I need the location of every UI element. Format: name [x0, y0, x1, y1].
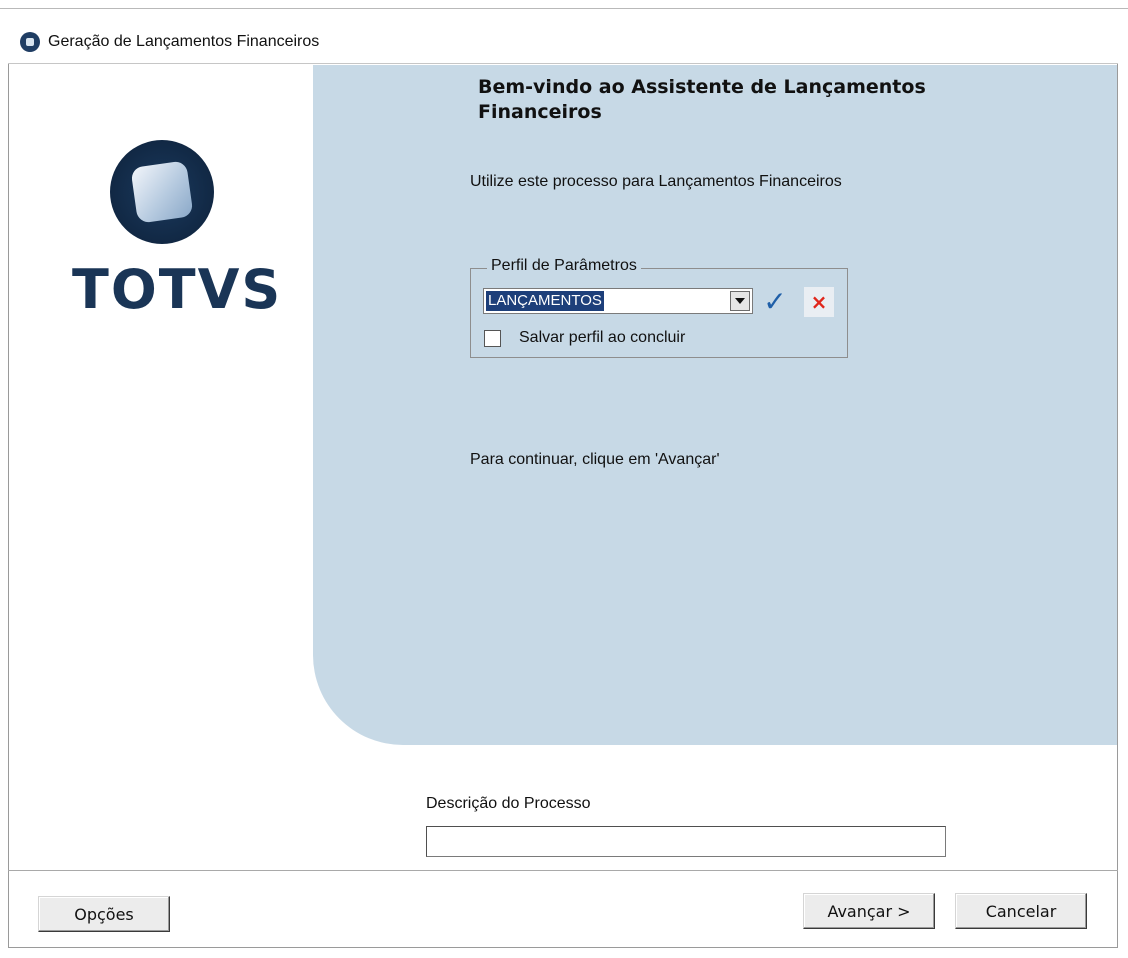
next-button[interactable]: Avançar > — [803, 893, 935, 929]
save-profile-label[interactable]: Salvar perfil ao concluir — [519, 329, 685, 347]
description-input[interactable] — [426, 826, 946, 857]
footer-divider — [8, 870, 1118, 871]
clear-profile-button[interactable]: × — [804, 287, 834, 317]
title-bar: Geração de Lançamentos Financeiros — [8, 20, 1118, 64]
save-profile-checkbox[interactable] — [484, 330, 501, 347]
profile-groupbox: Perfil de Parâmetros LANÇAMENTOS ✓ × Sal… — [470, 257, 848, 358]
cancel-button[interactable]: Cancelar — [955, 893, 1087, 929]
profile-group-label: Perfil de Parâmetros — [487, 257, 641, 275]
wizard-window: Geração de Lançamentos Financeiros TOTVS… — [0, 0, 1128, 958]
intro-text: Utilize este processo para Lançamentos F… — [470, 173, 842, 190]
profile-selected-value: LANÇAMENTOS — [486, 291, 604, 311]
logo-square-icon — [130, 160, 194, 224]
totvs-logo: TOTVS — [72, 140, 283, 330]
confirm-profile-button[interactable]: ✓ — [760, 284, 790, 318]
window-title: Geração de Lançamentos Financeiros — [48, 33, 320, 50]
options-button[interactable]: Opções — [38, 896, 170, 932]
content-panel — [313, 65, 1117, 745]
description-label: Descrição do Processo — [426, 795, 591, 812]
logo-text: TOTVS — [72, 258, 283, 321]
close-icon: × — [810, 290, 828, 314]
top-border — [0, 8, 1128, 9]
continue-hint: Para continuar, clique em 'Avançar' — [470, 451, 720, 468]
dropdown-arrow-button[interactable] — [730, 291, 750, 311]
app-icon — [20, 32, 40, 52]
chevron-down-icon — [735, 298, 745, 304]
welcome-title: Bem-vindo ao Assistente de Lançamentos F… — [478, 76, 926, 123]
profile-select[interactable]: LANÇAMENTOS — [483, 288, 753, 314]
check-icon: ✓ — [763, 284, 787, 318]
